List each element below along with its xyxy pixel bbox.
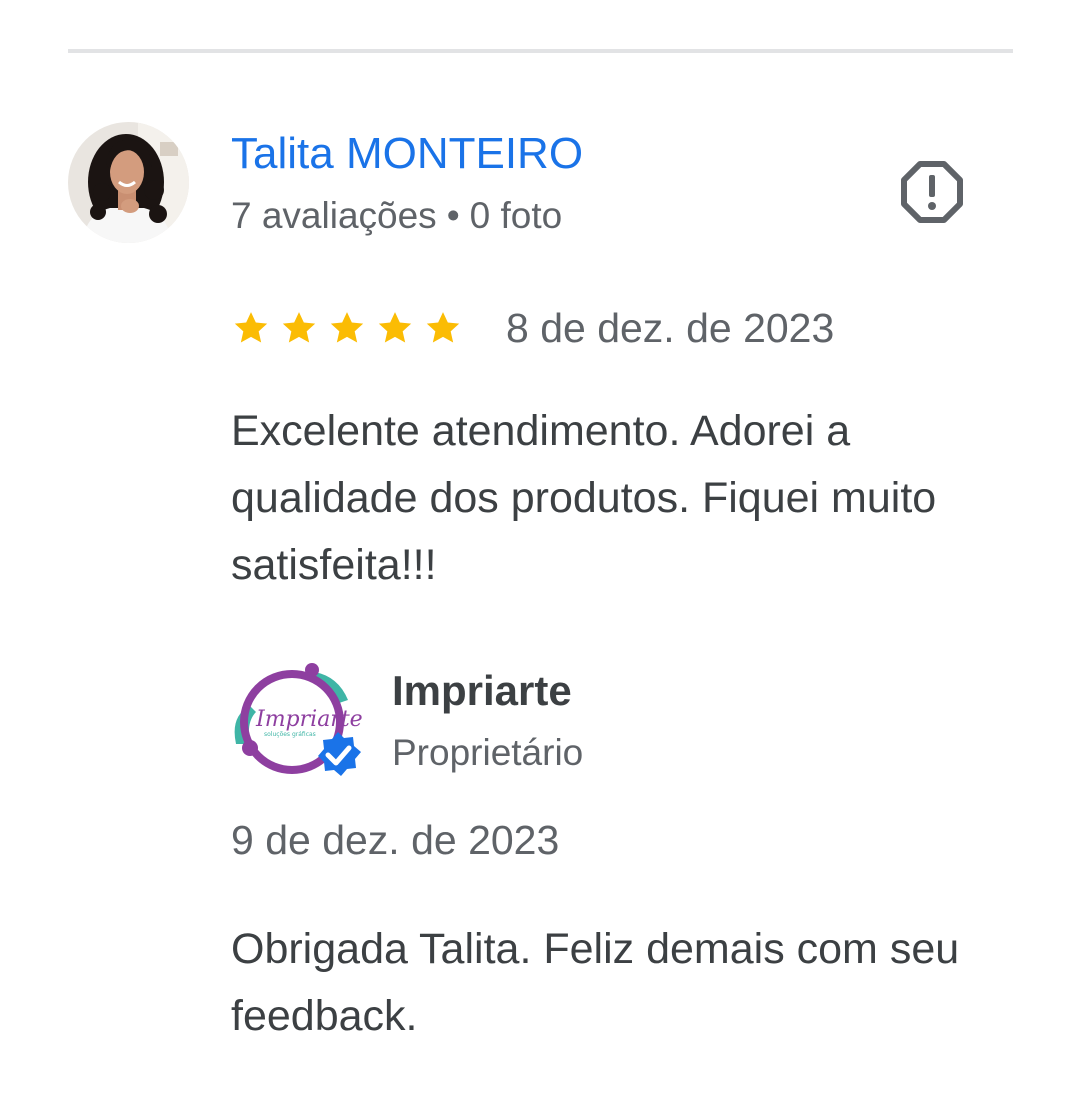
star-rating (231, 306, 463, 350)
reply-date: 9 de dez. de 2023 (231, 817, 560, 863)
reviewer-name[interactable]: Talita MONTEIRO (231, 128, 583, 180)
reviewer-review-count: 7 avaliações (231, 195, 437, 236)
meta-separator: • (446, 195, 460, 236)
review-date: 8 de dez. de 2023 (506, 305, 835, 351)
reviewer-photo-count: 0 foto (469, 195, 563, 236)
owner-logo-subtext: soluções gráficas (264, 731, 316, 738)
report-flag-icon[interactable] (900, 160, 964, 224)
avatar-photo (68, 122, 189, 243)
star-icon (426, 312, 460, 343)
reviewer-avatar[interactable] (68, 122, 189, 243)
owner-logo-text: Impriarte (255, 707, 363, 732)
reviewer-meta: 7 avaliações • 0 foto (231, 194, 562, 238)
verified-badge-icon (318, 732, 361, 776)
owner-role: Proprietário (392, 732, 584, 773)
review-text: Excelente atendimento. Adorei a qualidad… (231, 407, 937, 589)
star-icon (282, 312, 316, 343)
top-divider (68, 49, 1013, 53)
owner-name[interactable]: Impriarte (392, 666, 572, 716)
star-icon (330, 312, 364, 343)
owner-logo[interactable]: Impriarte soluções gráficas (228, 656, 366, 786)
star-icon (378, 312, 412, 343)
star-icon (234, 312, 268, 343)
reply-text: Obrigada Talita. Feliz demais com seu fe… (231, 925, 960, 1040)
